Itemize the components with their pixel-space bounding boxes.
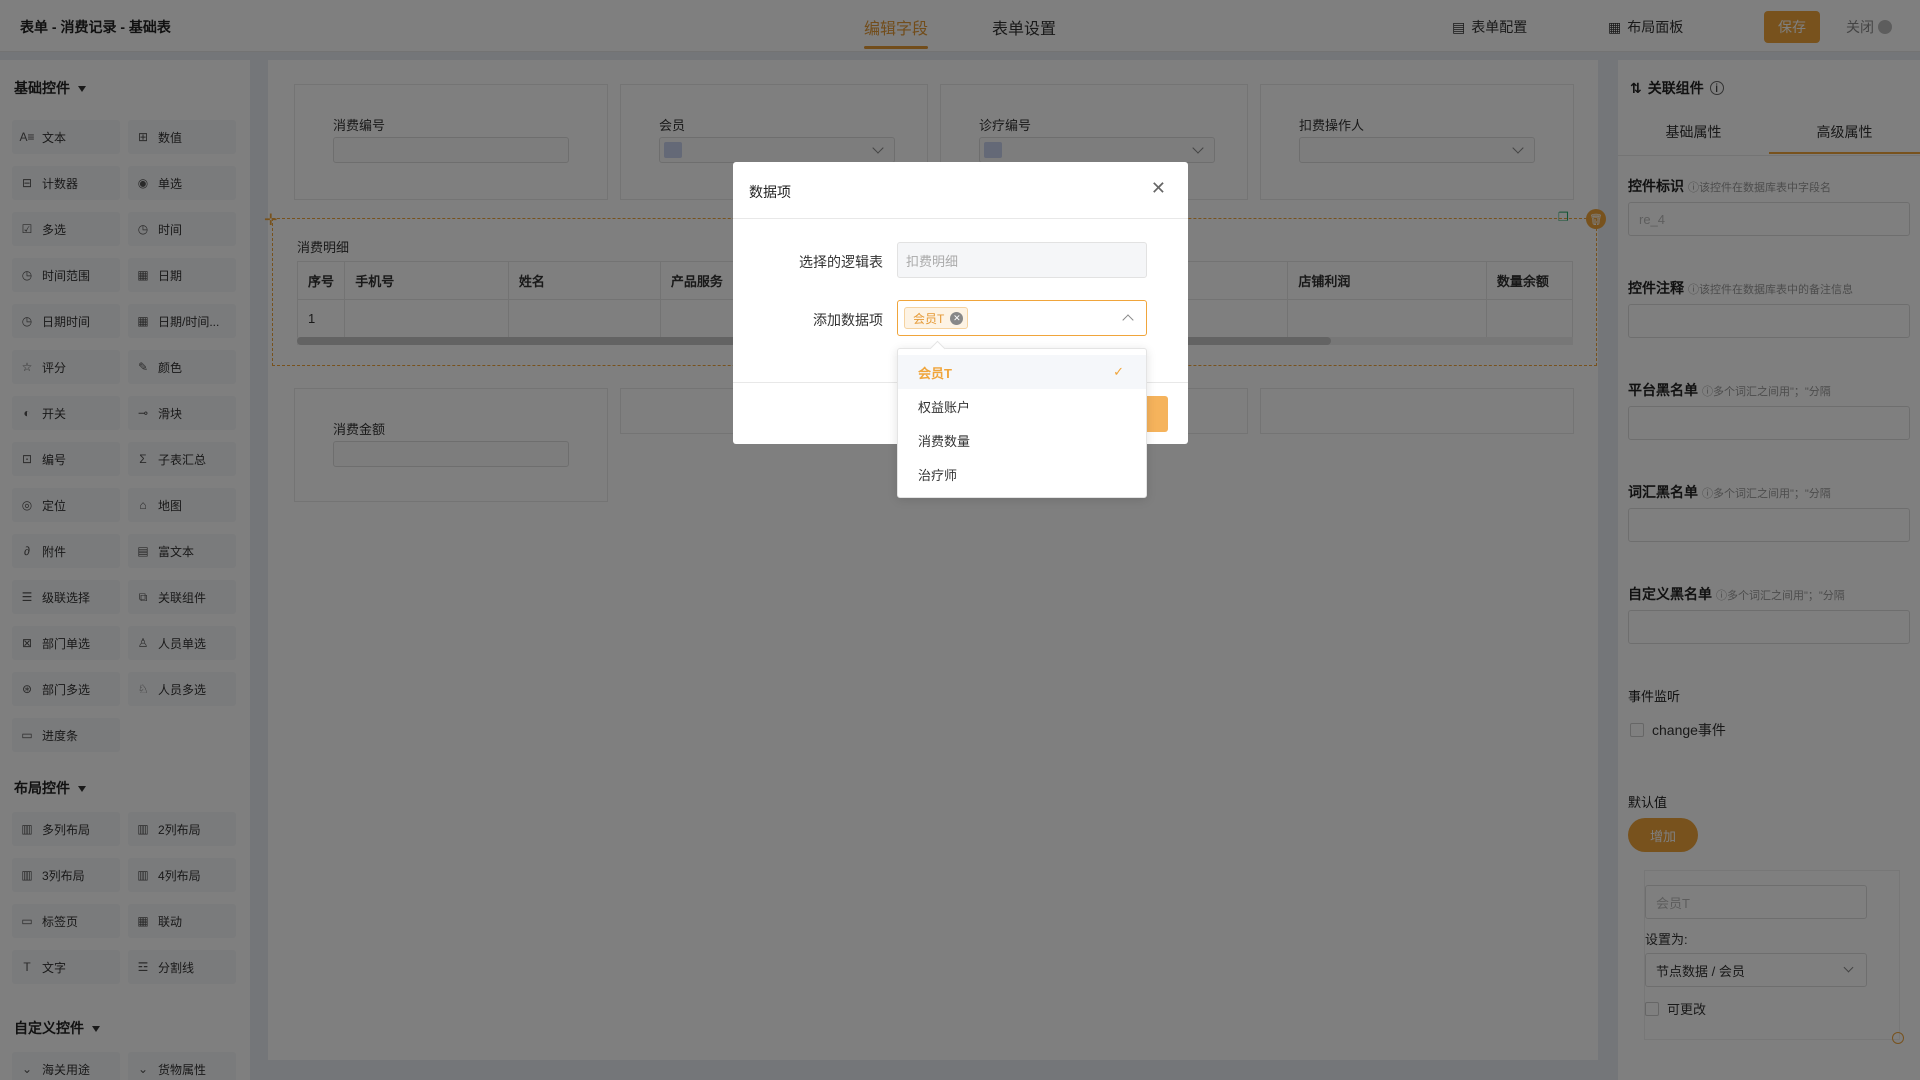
dropdown-option[interactable]: 消费数量 bbox=[898, 423, 1146, 457]
chevron-up-icon bbox=[1122, 314, 1134, 326]
tag-remove-icon[interactable]: ✕ bbox=[950, 311, 964, 325]
dropdown-option[interactable]: 治疗师 bbox=[898, 457, 1146, 491]
dialog-title: 数据项 bbox=[749, 184, 791, 200]
add-item-label: 添加数据项 bbox=[813, 312, 883, 328]
logic-table-input: 扣费明细 bbox=[897, 242, 1147, 278]
data-item-dropdown: 会员T ✓ 权益账户消费数量治疗师 bbox=[897, 348, 1147, 498]
option-label: 权益账户 bbox=[918, 399, 971, 415]
close-icon[interactable]: ✕ bbox=[1151, 178, 1166, 199]
tag-label: 会员T bbox=[913, 311, 945, 326]
dropdown-option[interactable]: 会员T ✓ bbox=[898, 355, 1146, 389]
option-label: 消费数量 bbox=[918, 433, 971, 449]
dropdown-option[interactable]: 权益账户 bbox=[898, 389, 1146, 423]
option-label: 治疗师 bbox=[918, 467, 958, 483]
data-item-select[interactable]: 会员T ✕ bbox=[897, 300, 1147, 336]
option-label: 会员T bbox=[918, 365, 952, 381]
check-icon: ✓ bbox=[1113, 364, 1124, 379]
selected-tag: 会员T ✕ bbox=[904, 307, 969, 329]
divider bbox=[733, 218, 1188, 219]
logic-table-label: 选择的逻辑表 bbox=[799, 254, 883, 270]
